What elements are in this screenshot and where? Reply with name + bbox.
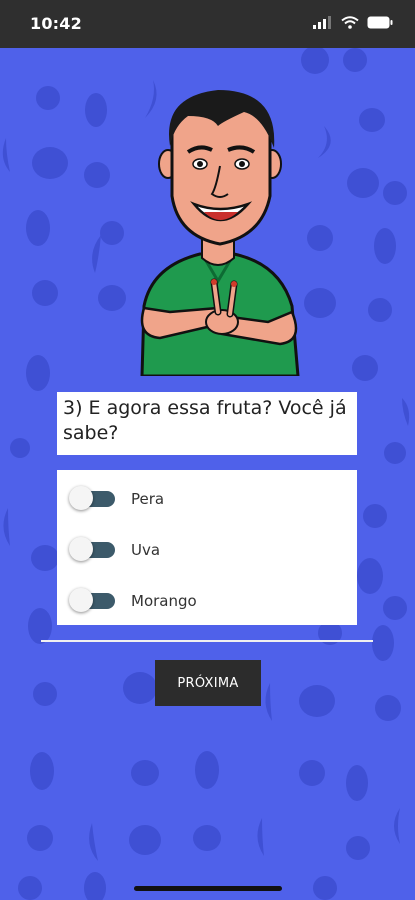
status-icons — [313, 16, 393, 29]
option-toggle-uva[interactable] — [69, 537, 117, 563]
quiz-screen: 10:42 3) E agora essa fruta? Você já sab… — [0, 0, 415, 900]
option-toggle-morango[interactable] — [69, 588, 117, 614]
signal-icon — [313, 16, 331, 29]
toggle-knob — [69, 537, 93, 561]
option-row-pera[interactable]: Pera — [57, 479, 357, 519]
status-bar: 10:42 — [0, 0, 415, 48]
option-row-morango[interactable]: Morango — [57, 581, 357, 621]
toggle-knob — [69, 486, 93, 510]
wifi-icon — [341, 16, 359, 29]
question-text: 3) E agora essa fruta? Você já sabe? — [63, 397, 347, 444]
option-label-morango: Morango — [131, 592, 197, 610]
home-indicator[interactable] — [134, 886, 282, 891]
divider-line — [41, 640, 373, 642]
battery-icon — [367, 16, 393, 29]
option-label-uva: Uva — [131, 541, 161, 559]
option-label-pera: Pera — [131, 490, 165, 508]
status-time: 10:42 — [30, 14, 82, 33]
next-button[interactable]: PRÓXIMA — [155, 660, 261, 706]
question-card: 3) E agora essa fruta? Você já sabe? — [57, 392, 357, 455]
sign-language-character-illustration — [140, 90, 300, 376]
toggle-knob — [69, 588, 93, 612]
option-toggle-pera[interactable] — [69, 486, 117, 512]
option-row-uva[interactable]: Uva — [57, 530, 357, 570]
answer-options-card: Pera Uva Morango — [57, 470, 357, 625]
